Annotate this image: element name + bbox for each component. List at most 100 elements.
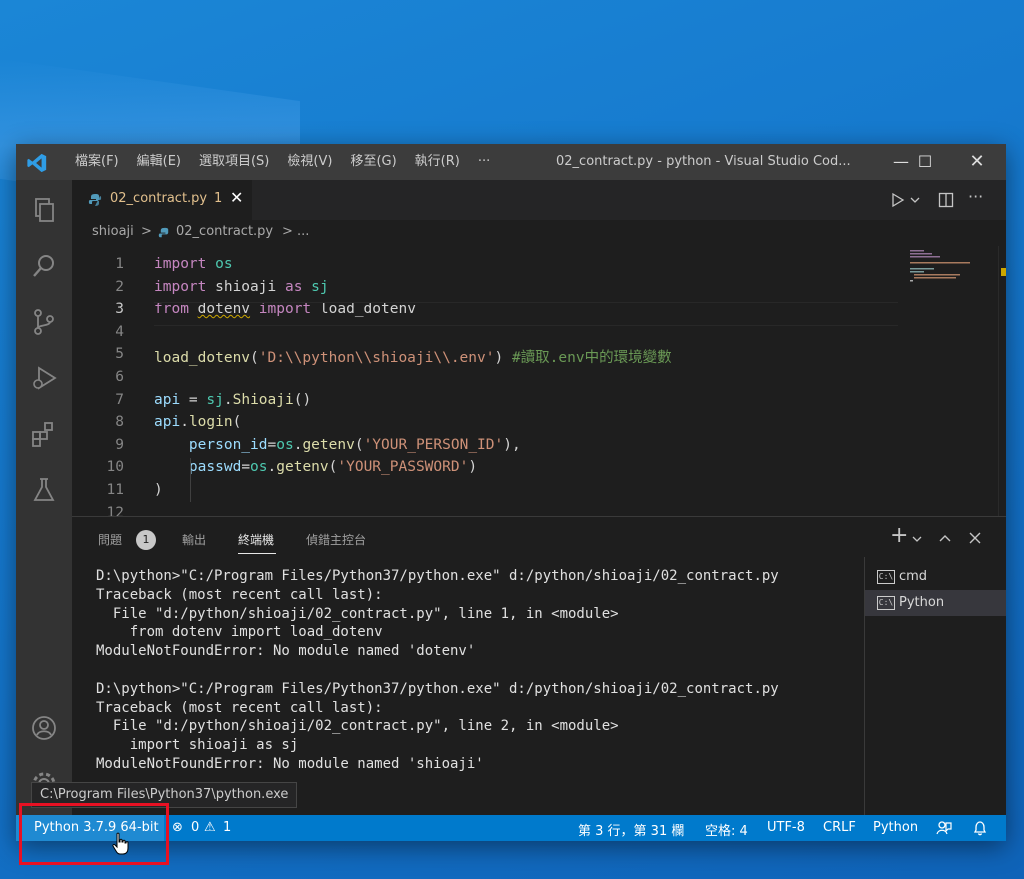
code-token: ) (494, 350, 512, 367)
terminal-icon: C:\ (877, 596, 895, 610)
source-control-icon[interactable] (30, 308, 58, 336)
title-bar: 檔案(F) 編輯(E) 選取項目(S) 檢視(V) 移至(G) 執行(R) ··… (16, 144, 1006, 180)
language-mode[interactable]: Python (873, 820, 918, 835)
split-editor-icon[interactable] (938, 192, 954, 208)
tab-output[interactable]: 輸出 (182, 531, 206, 548)
testing-icon[interactable] (30, 476, 58, 504)
breadcrumb: shioaji > 02_contract.py > ... (72, 220, 1006, 246)
bottom-panel: 問題 1 輸出 終端機 偵錯主控台 + D:\python>"C:/Progra… (72, 516, 1006, 816)
code-token: api (154, 391, 181, 408)
code-token: . (223, 391, 233, 408)
code-token: os (276, 436, 294, 453)
code-token: ( (354, 436, 364, 453)
tab-debug-console[interactable]: 偵錯主控台 (306, 531, 366, 548)
maximize-panel-icon[interactable] (938, 532, 952, 544)
indentation[interactable]: 空格: 4 (705, 820, 748, 839)
indent-guide (190, 458, 191, 502)
tab-02-contract[interactable]: 02_contract.py 1 ✕ (72, 180, 252, 220)
line-number: 6 (115, 369, 124, 385)
search-icon[interactable] (30, 252, 58, 280)
line-number: 3 (115, 301, 124, 318)
minimap[interactable] (910, 250, 986, 290)
explorer-icon[interactable] (30, 196, 58, 224)
error-count[interactable]: 0 (191, 820, 199, 835)
extensions-icon[interactable] (30, 420, 58, 448)
annotation-highlight-box (19, 803, 169, 865)
feedback-icon[interactable] (936, 820, 952, 836)
menu-view[interactable]: 檢視(V) (278, 144, 341, 180)
close-window-button[interactable]: ✕ (954, 144, 1000, 180)
code-token: = (241, 459, 251, 476)
code-token: Shioaji (232, 391, 294, 408)
breadcrumb-symbols[interactable]: > ... (282, 224, 309, 239)
code-line: ) (154, 482, 163, 498)
python-file-icon (88, 194, 102, 206)
encoding[interactable]: UTF-8 (767, 820, 805, 835)
code-line: import os (154, 256, 233, 272)
activity-bar (16, 180, 72, 815)
code-token: ) (154, 482, 163, 498)
code-token: = (267, 436, 277, 453)
menu-bar: 檔案(F) 編輯(E) 選取項目(S) 檢視(V) 移至(G) 執行(R) ··… (66, 144, 499, 180)
menu-run[interactable]: 執行(R) (406, 144, 469, 180)
code-token: os (215, 256, 233, 272)
line-number: 10 (106, 459, 124, 476)
run-debug-icon[interactable] (30, 364, 58, 392)
menu-file[interactable]: 檔案(F) (66, 144, 128, 180)
menu-edit[interactable]: 編輯(E) (128, 144, 190, 180)
tab-close-icon[interactable]: ✕ (230, 188, 243, 207)
line-number: 5 (115, 346, 124, 363)
terminal-item-cmd[interactable]: C:\ cmd (865, 564, 1006, 590)
code-token: 'YOUR_PASSWORD' (337, 459, 469, 476)
tab-problems[interactable]: 問題 (98, 531, 122, 548)
code-line: api.login( (154, 414, 241, 430)
more-actions-icon[interactable]: ··· (968, 187, 983, 206)
code-token: ( (232, 414, 242, 431)
editor-scrollbar[interactable] (998, 246, 1006, 516)
menu-selection[interactable]: 選取項目(S) (190, 144, 278, 180)
menu-go[interactable]: 移至(G) (341, 144, 405, 180)
new-terminal-button[interactable]: + (890, 523, 908, 548)
code-token: passwd (154, 459, 242, 476)
warning-icon[interactable]: ⚠ (204, 820, 216, 835)
close-panel-icon[interactable] (968, 531, 982, 545)
code-line: passwd=os.getenv('YOUR_PASSWORD') (154, 459, 477, 475)
chevron-down-icon[interactable] (910, 196, 920, 204)
window-title: 02_contract.py - python - Visual Studio … (556, 154, 851, 169)
end-of-line[interactable]: CRLF (823, 820, 856, 835)
code-token: login (188, 414, 233, 431)
warning-count[interactable]: 1 (223, 820, 231, 835)
code-editor[interactable]: 1 2 3 4 5 6 7 8 9 10 11 12 import os import shioaji … (72, 246, 1006, 521)
terminal-output[interactable]: D:\python>"C:/Program Files/Python37/pyt… (96, 567, 856, 774)
python-file-icon (158, 227, 169, 238)
code-token: getenv (302, 436, 355, 453)
code-token: sj (206, 391, 224, 408)
code-token: api (154, 414, 181, 431)
maximize-button[interactable]: ☐ (902, 144, 948, 180)
breadcrumb-folder[interactable]: shioaji (92, 224, 134, 239)
line-number: 11 (106, 482, 124, 498)
terminal-item-python[interactable]: C:\ Python (865, 590, 1006, 616)
code-token: import (154, 256, 207, 272)
code-token: sj (311, 278, 329, 295)
notifications-bell-icon[interactable] (972, 820, 988, 836)
chevron-down-icon[interactable] (912, 535, 922, 543)
breadcrumb-file[interactable]: 02_contract.py (176, 224, 273, 239)
vscode-logo-icon (27, 153, 47, 173)
tab-label: 02_contract.py (110, 191, 208, 206)
cursor-position[interactable]: 第 3 行，第 31 欄 (578, 820, 684, 839)
error-icon[interactable]: ⊗ (172, 820, 183, 835)
code-line: import shioaji as sj (154, 279, 329, 295)
menu-more[interactable]: ··· (469, 144, 499, 180)
code-token: load_dotenv (154, 350, 251, 367)
code-token: shioaji (206, 278, 285, 295)
run-python-file-icon[interactable] (890, 192, 906, 208)
tab-terminal[interactable]: 終端機 (238, 531, 274, 548)
active-tab-underline (238, 553, 276, 554)
breadcrumb-separator: > (141, 224, 152, 239)
terminal-icon: C:\ (877, 570, 895, 584)
code-token: . (267, 459, 277, 476)
code-token: 'D:\\python\\shioaji\\.env' (258, 350, 495, 367)
account-icon[interactable] (30, 714, 58, 742)
